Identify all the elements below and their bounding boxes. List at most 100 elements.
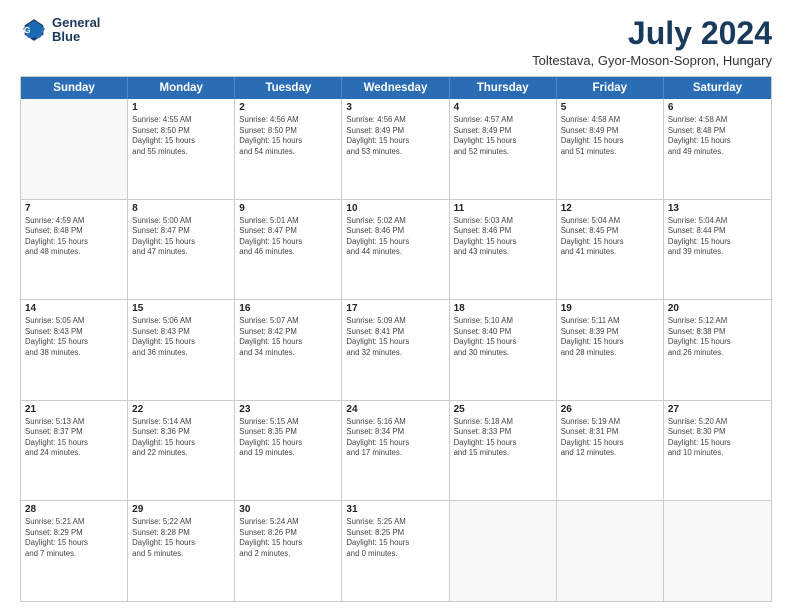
day-number: 19 <box>561 303 659 314</box>
cell-line: Daylight: 15 hours <box>239 538 337 549</box>
cell-line: Sunrise: 5:16 AM <box>346 417 444 428</box>
cell-line: Sunrise: 4:57 AM <box>454 115 552 126</box>
calendar-cell: 2Sunrise: 4:56 AMSunset: 8:50 PMDaylight… <box>235 99 342 199</box>
day-number: 27 <box>668 404 767 415</box>
cell-line: Sunrise: 5:25 AM <box>346 517 444 528</box>
day-number: 24 <box>346 404 444 415</box>
cell-line: Sunset: 8:25 PM <box>346 528 444 539</box>
cell-line: Sunset: 8:36 PM <box>132 427 230 438</box>
day-number: 15 <box>132 303 230 314</box>
cell-line: Sunrise: 5:04 AM <box>668 216 767 227</box>
cell-line: Sunrise: 5:10 AM <box>454 316 552 327</box>
weekday-header: Monday <box>128 77 235 99</box>
cell-line: Daylight: 15 hours <box>454 438 552 449</box>
calendar-cell: 22Sunrise: 5:14 AMSunset: 8:36 PMDayligh… <box>128 401 235 501</box>
cell-line: Sunset: 8:41 PM <box>346 327 444 338</box>
cell-line: Daylight: 15 hours <box>132 337 230 348</box>
cell-line: Sunset: 8:46 PM <box>346 226 444 237</box>
cell-line: Daylight: 15 hours <box>239 237 337 248</box>
cell-line: Daylight: 15 hours <box>25 237 123 248</box>
day-number: 26 <box>561 404 659 415</box>
calendar-cell: 10Sunrise: 5:02 AMSunset: 8:46 PMDayligh… <box>342 200 449 300</box>
cell-line: Daylight: 15 hours <box>132 136 230 147</box>
cell-line: Sunrise: 4:58 AM <box>668 115 767 126</box>
cell-line: Sunset: 8:35 PM <box>239 427 337 438</box>
cell-line: Sunset: 8:26 PM <box>239 528 337 539</box>
weekday-header: Wednesday <box>342 77 449 99</box>
cell-line: Sunrise: 5:00 AM <box>132 216 230 227</box>
cell-line: Sunset: 8:50 PM <box>132 126 230 137</box>
cell-line: and 7 minutes. <box>25 549 123 560</box>
cell-line: Sunrise: 5:03 AM <box>454 216 552 227</box>
cell-line: and 2 minutes. <box>239 549 337 560</box>
cell-line: Sunset: 8:49 PM <box>346 126 444 137</box>
day-number: 7 <box>25 203 123 214</box>
cell-line: Sunrise: 5:06 AM <box>132 316 230 327</box>
day-number: 16 <box>239 303 337 314</box>
cell-line: and 41 minutes. <box>561 247 659 258</box>
cell-line: Sunrise: 5:15 AM <box>239 417 337 428</box>
calendar-cell: 30Sunrise: 5:24 AMSunset: 8:26 PMDayligh… <box>235 501 342 601</box>
cell-line: and 22 minutes. <box>132 448 230 459</box>
day-number: 11 <box>454 203 552 214</box>
calendar-cell: 19Sunrise: 5:11 AMSunset: 8:39 PMDayligh… <box>557 300 664 400</box>
day-number: 18 <box>454 303 552 314</box>
cell-line: Sunset: 8:31 PM <box>561 427 659 438</box>
logo: G General Blue <box>20 16 100 45</box>
cell-line: and 53 minutes. <box>346 147 444 158</box>
calendar-cell: 18Sunrise: 5:10 AMSunset: 8:40 PMDayligh… <box>450 300 557 400</box>
header: G General Blue July 2024 Toltestava, Gyo… <box>20 16 772 68</box>
day-number: 3 <box>346 102 444 113</box>
day-number: 28 <box>25 504 123 515</box>
cell-line: and 0 minutes. <box>346 549 444 560</box>
calendar-cell: 17Sunrise: 5:09 AMSunset: 8:41 PMDayligh… <box>342 300 449 400</box>
cell-line: Sunset: 8:49 PM <box>561 126 659 137</box>
day-number: 10 <box>346 203 444 214</box>
day-number: 20 <box>668 303 767 314</box>
cell-line: Sunrise: 5:13 AM <box>25 417 123 428</box>
day-number: 13 <box>668 203 767 214</box>
cell-line: Daylight: 15 hours <box>239 438 337 449</box>
day-number: 31 <box>346 504 444 515</box>
cell-line: and 39 minutes. <box>668 247 767 258</box>
cell-line: Sunset: 8:38 PM <box>668 327 767 338</box>
cell-line: Sunset: 8:48 PM <box>668 126 767 137</box>
calendar-cell: 14Sunrise: 5:05 AMSunset: 8:43 PMDayligh… <box>21 300 128 400</box>
cell-line: Sunrise: 5:19 AM <box>561 417 659 428</box>
svg-text:G: G <box>24 25 31 35</box>
cell-line: Daylight: 15 hours <box>346 136 444 147</box>
calendar-header: SundayMondayTuesdayWednesdayThursdayFrid… <box>21 77 771 99</box>
logo-icon: G <box>20 16 48 44</box>
calendar-cell: 5Sunrise: 4:58 AMSunset: 8:49 PMDaylight… <box>557 99 664 199</box>
cell-line: Daylight: 15 hours <box>346 538 444 549</box>
cell-line: and 52 minutes. <box>454 147 552 158</box>
calendar-cell: 26Sunrise: 5:19 AMSunset: 8:31 PMDayligh… <box>557 401 664 501</box>
cell-line: Sunset: 8:43 PM <box>25 327 123 338</box>
cell-line: Daylight: 15 hours <box>346 337 444 348</box>
cell-line: Sunset: 8:33 PM <box>454 427 552 438</box>
cell-line: Sunrise: 4:58 AM <box>561 115 659 126</box>
cell-line: Sunset: 8:40 PM <box>454 327 552 338</box>
cell-line: Sunrise: 4:56 AM <box>239 115 337 126</box>
month-year: July 2024 <box>532 16 772 51</box>
calendar-cell <box>450 501 557 601</box>
cell-line: and 10 minutes. <box>668 448 767 459</box>
day-number: 5 <box>561 102 659 113</box>
day-number: 23 <box>239 404 337 415</box>
calendar-cell: 21Sunrise: 5:13 AMSunset: 8:37 PMDayligh… <box>21 401 128 501</box>
cell-line: Sunset: 8:46 PM <box>454 226 552 237</box>
calendar-cell: 20Sunrise: 5:12 AMSunset: 8:38 PMDayligh… <box>664 300 771 400</box>
cell-line: and 38 minutes. <box>25 348 123 359</box>
cell-line: and 26 minutes. <box>668 348 767 359</box>
calendar: SundayMondayTuesdayWednesdayThursdayFrid… <box>20 76 772 602</box>
cell-line: Daylight: 15 hours <box>346 237 444 248</box>
calendar-cell: 6Sunrise: 4:58 AMSunset: 8:48 PMDaylight… <box>664 99 771 199</box>
day-number: 22 <box>132 404 230 415</box>
cell-line: and 28 minutes. <box>561 348 659 359</box>
calendar-cell: 8Sunrise: 5:00 AMSunset: 8:47 PMDaylight… <box>128 200 235 300</box>
cell-line: and 30 minutes. <box>454 348 552 359</box>
cell-line: and 55 minutes. <box>132 147 230 158</box>
cell-line: Sunrise: 5:05 AM <box>25 316 123 327</box>
cell-line: Sunrise: 5:11 AM <box>561 316 659 327</box>
cell-line: Daylight: 15 hours <box>239 136 337 147</box>
